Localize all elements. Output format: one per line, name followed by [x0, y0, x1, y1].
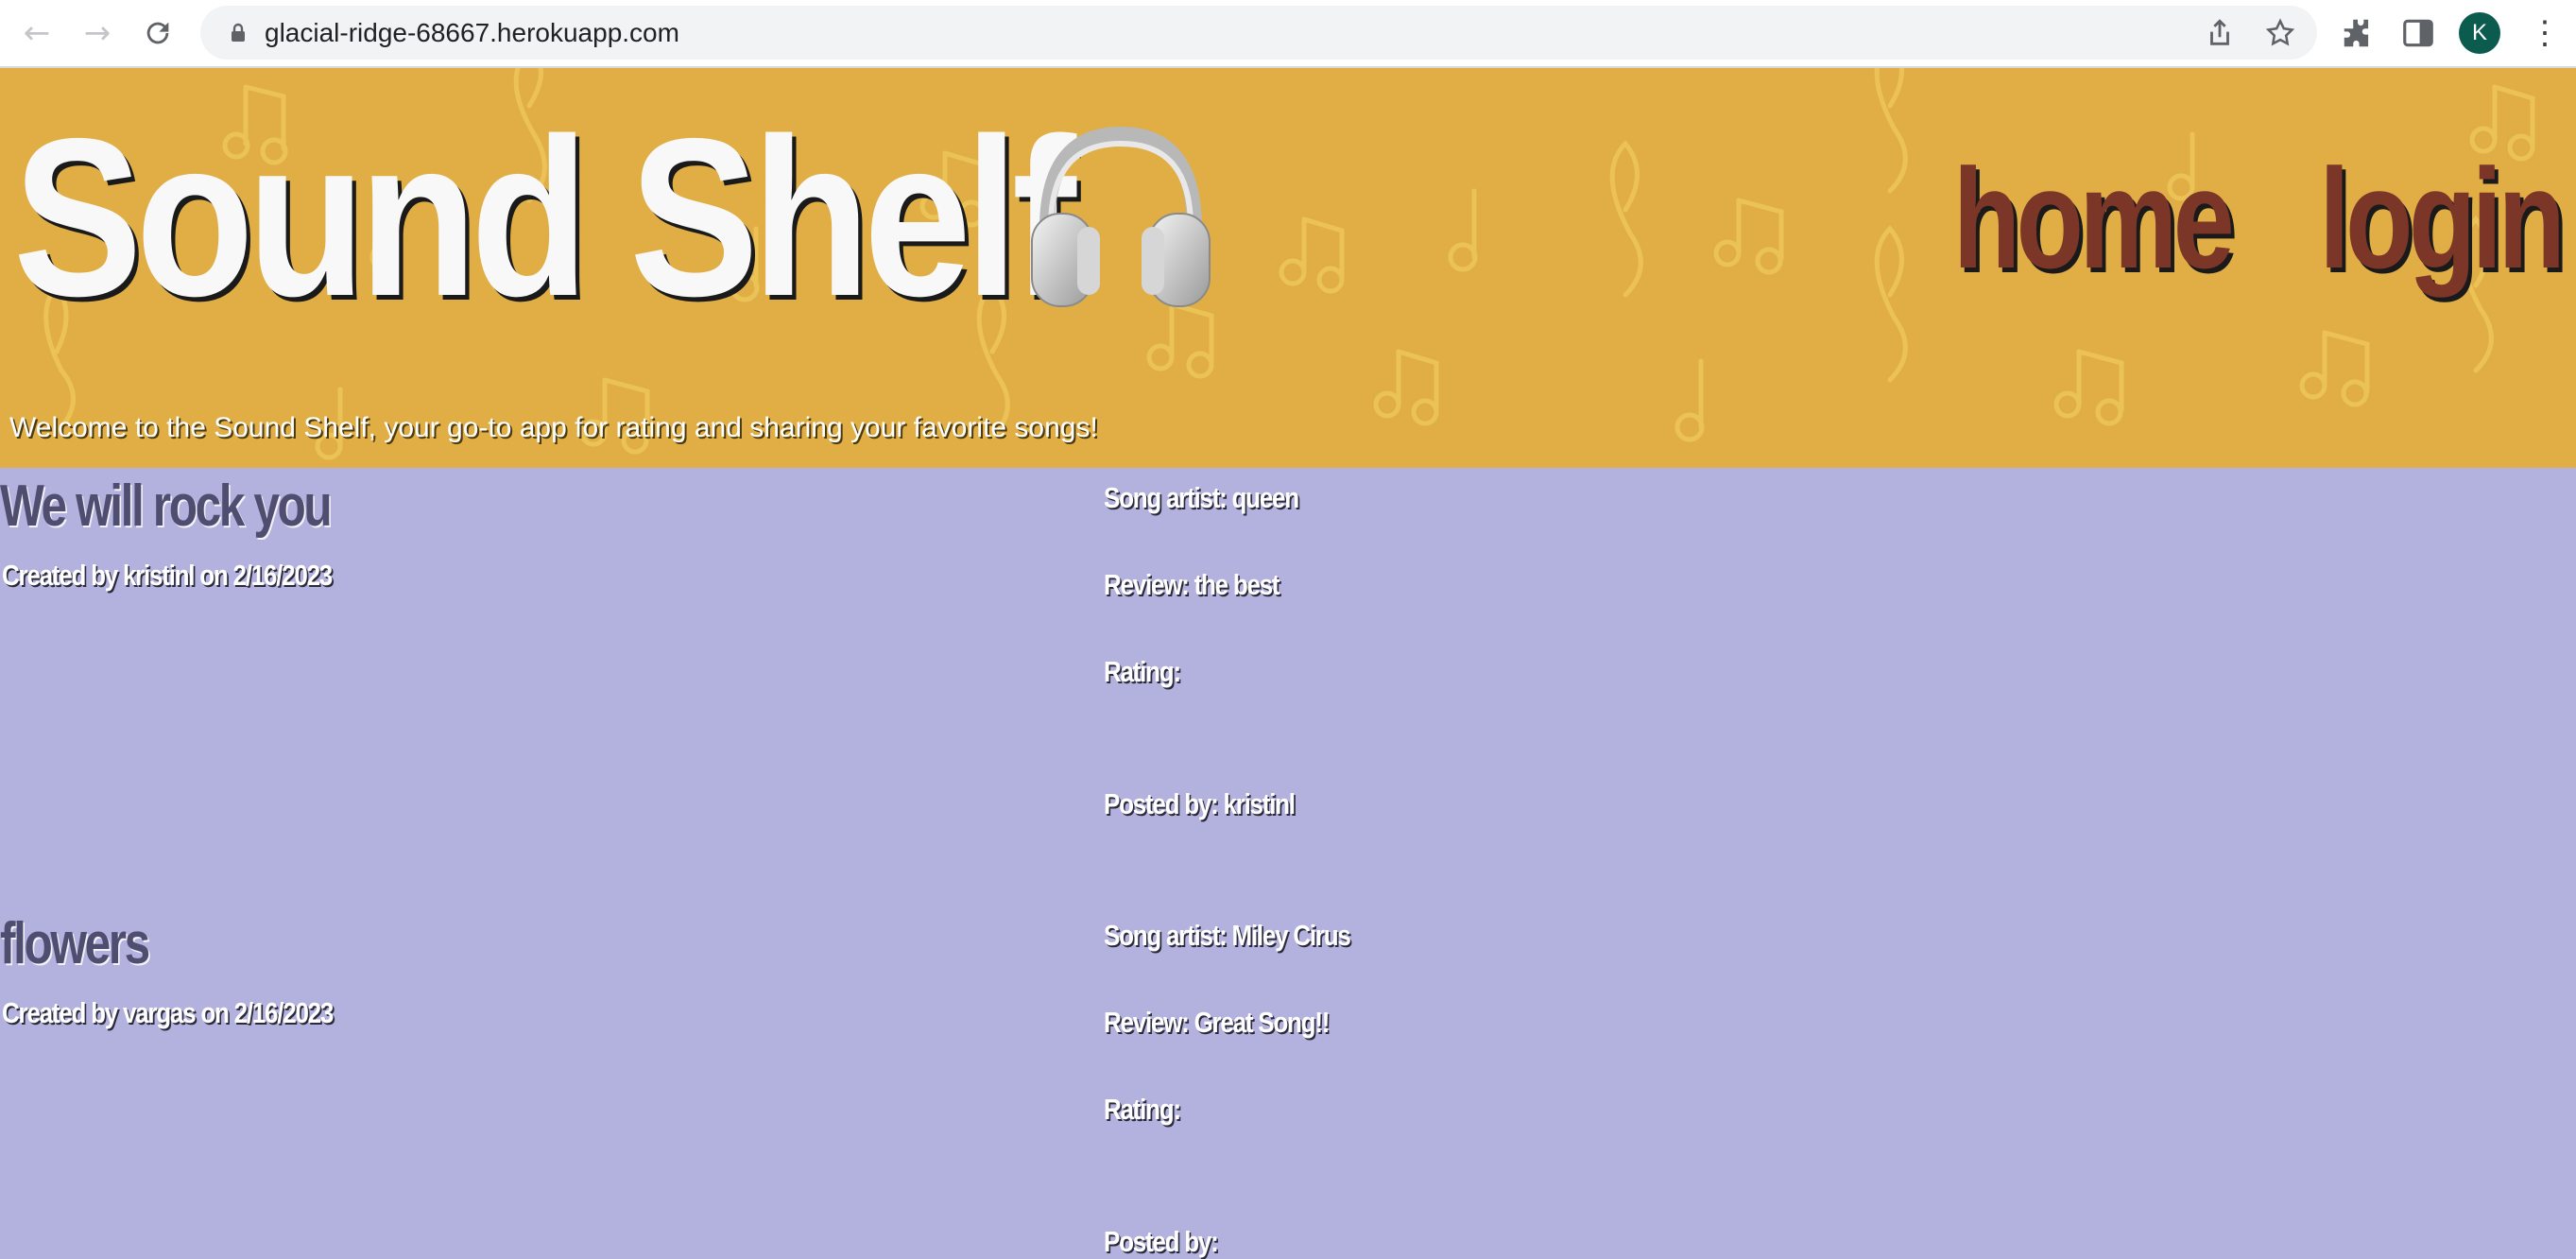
reload-icon[interactable]	[136, 11, 180, 55]
site-title: Sound Shelf	[13, 93, 1076, 343]
headphones-icon	[1031, 126, 1211, 307]
url-text[interactable]: glacial-ridge-68667.herokuapp.com	[265, 6, 679, 60]
post-artist: Song artist: queen	[1104, 481, 1299, 514]
side-panel-icon[interactable]	[2400, 15, 2436, 51]
browser-toolbar: ← → glacial-ridge-68667.herokuapp.com K …	[0, 0, 2576, 68]
address-bar[interactable]: glacial-ridge-68667.herokuapp.com	[200, 6, 2317, 60]
main-nav: home login	[1875, 147, 2566, 289]
nav-login-link[interactable]: login	[2319, 147, 2566, 289]
post-rating: Rating:	[1104, 1093, 1181, 1126]
post-review: Review: the best	[1104, 568, 1280, 601]
back-arrow-icon[interactable]: ←	[15, 11, 59, 55]
kebab-menu-icon[interactable]: ⋮	[2529, 13, 2561, 53]
post-rating: Rating:	[1104, 655, 1181, 688]
post-posted-by: Posted by:	[1104, 1225, 1219, 1258]
post-title: flowers	[0, 911, 150, 976]
share-icon[interactable]	[2204, 17, 2236, 49]
nav-home-link[interactable]: home	[1952, 147, 2234, 289]
post-posted-by: Posted by: kristinl	[1104, 787, 1296, 820]
puzzle-icon[interactable]	[2340, 15, 2376, 51]
post-created: Created by kristinl on 2/16/2023	[2, 559, 333, 592]
post-artist: Song artist: Miley Cirus	[1104, 919, 1351, 952]
forward-arrow-icon[interactable]: →	[76, 11, 119, 55]
welcome-message: Welcome to the Sound Shelf, your go-to a…	[9, 412, 1098, 443]
profile-avatar[interactable]: K	[2459, 12, 2500, 54]
post-title: We will rock you	[0, 474, 333, 539]
post-created: Created by vargas on 2/16/2023	[2, 996, 334, 1029]
lock-icon[interactable]	[227, 22, 249, 44]
star-icon[interactable]	[2264, 17, 2296, 49]
site-header: Sound Shelf home login Welcome to the So…	[0, 68, 2576, 468]
post-review: Review: Great Song!!	[1104, 1006, 1330, 1039]
